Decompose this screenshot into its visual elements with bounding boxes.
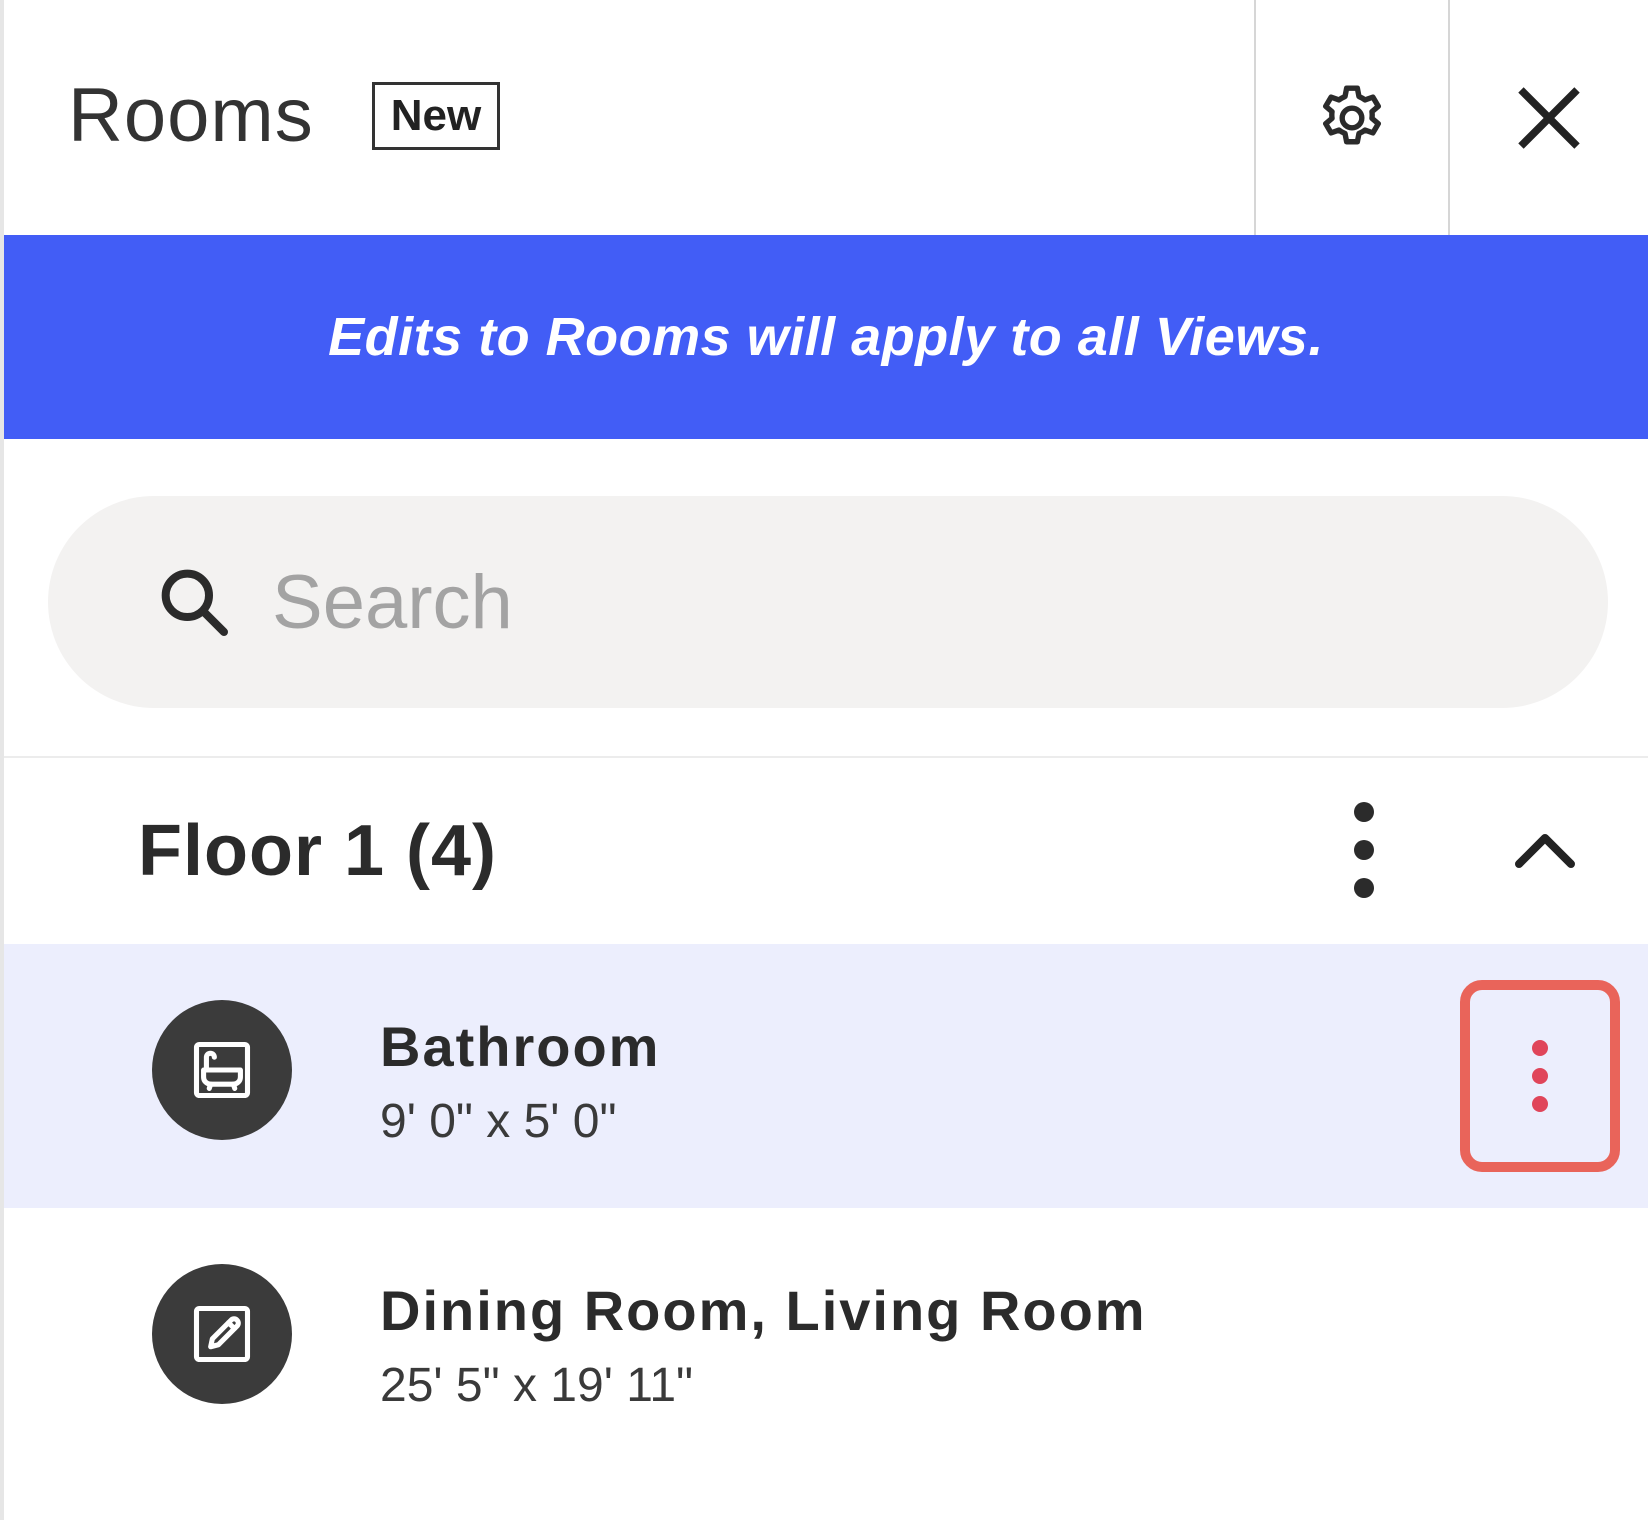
panel-title: Rooms bbox=[68, 73, 314, 158]
floor-title: Floor 1 (4) bbox=[138, 811, 498, 891]
settings-button[interactable] bbox=[1256, 0, 1448, 235]
close-icon bbox=[1518, 86, 1580, 149]
gear-icon bbox=[1323, 85, 1381, 144]
info-banner: Edits to Rooms will apply to all Views. bbox=[4, 235, 1648, 439]
chevron-up-icon bbox=[1515, 834, 1575, 868]
more-vertical-icon bbox=[1532, 1040, 1548, 1112]
search-bar[interactable] bbox=[48, 496, 1608, 708]
search-icon bbox=[161, 569, 228, 636]
rooms-panel: Rooms New Edits to Rooms will apply to a… bbox=[0, 0, 1648, 1520]
floor-collapse-button[interactable] bbox=[1490, 790, 1600, 910]
new-badge: New bbox=[372, 82, 500, 150]
room-item-bathroom[interactable]: Bathroom 9' 0" x 5' 0" bbox=[4, 944, 1648, 1208]
floor-more-button[interactable] bbox=[1314, 780, 1414, 920]
panel-header: Rooms New bbox=[4, 0, 1648, 235]
bathtub-icon bbox=[193, 1041, 251, 1099]
search-input[interactable] bbox=[270, 557, 1474, 647]
close-button[interactable] bbox=[1450, 0, 1648, 235]
room-more-button[interactable] bbox=[1460, 980, 1620, 1172]
floor-header: Floor 1 (4) bbox=[4, 760, 1648, 942]
room-avatar bbox=[152, 1000, 292, 1140]
room-dimensions: 25' 5" x 19' 11" bbox=[380, 1359, 694, 1412]
more-vertical-icon bbox=[1354, 802, 1374, 898]
room-dimensions: 9' 0" x 5' 0" bbox=[380, 1095, 617, 1148]
section-divider bbox=[4, 756, 1648, 758]
room-name: Dining Room, Living Room bbox=[380, 1279, 1147, 1342]
room-item-dining-living[interactable]: Dining Room, Living Room 25' 5" x 19' 11… bbox=[4, 1208, 1648, 1472]
edit-icon bbox=[193, 1305, 251, 1363]
room-avatar bbox=[152, 1264, 292, 1404]
room-name: Bathroom bbox=[380, 1015, 661, 1078]
banner-text: Edits to Rooms will apply to all Views. bbox=[328, 307, 1324, 367]
